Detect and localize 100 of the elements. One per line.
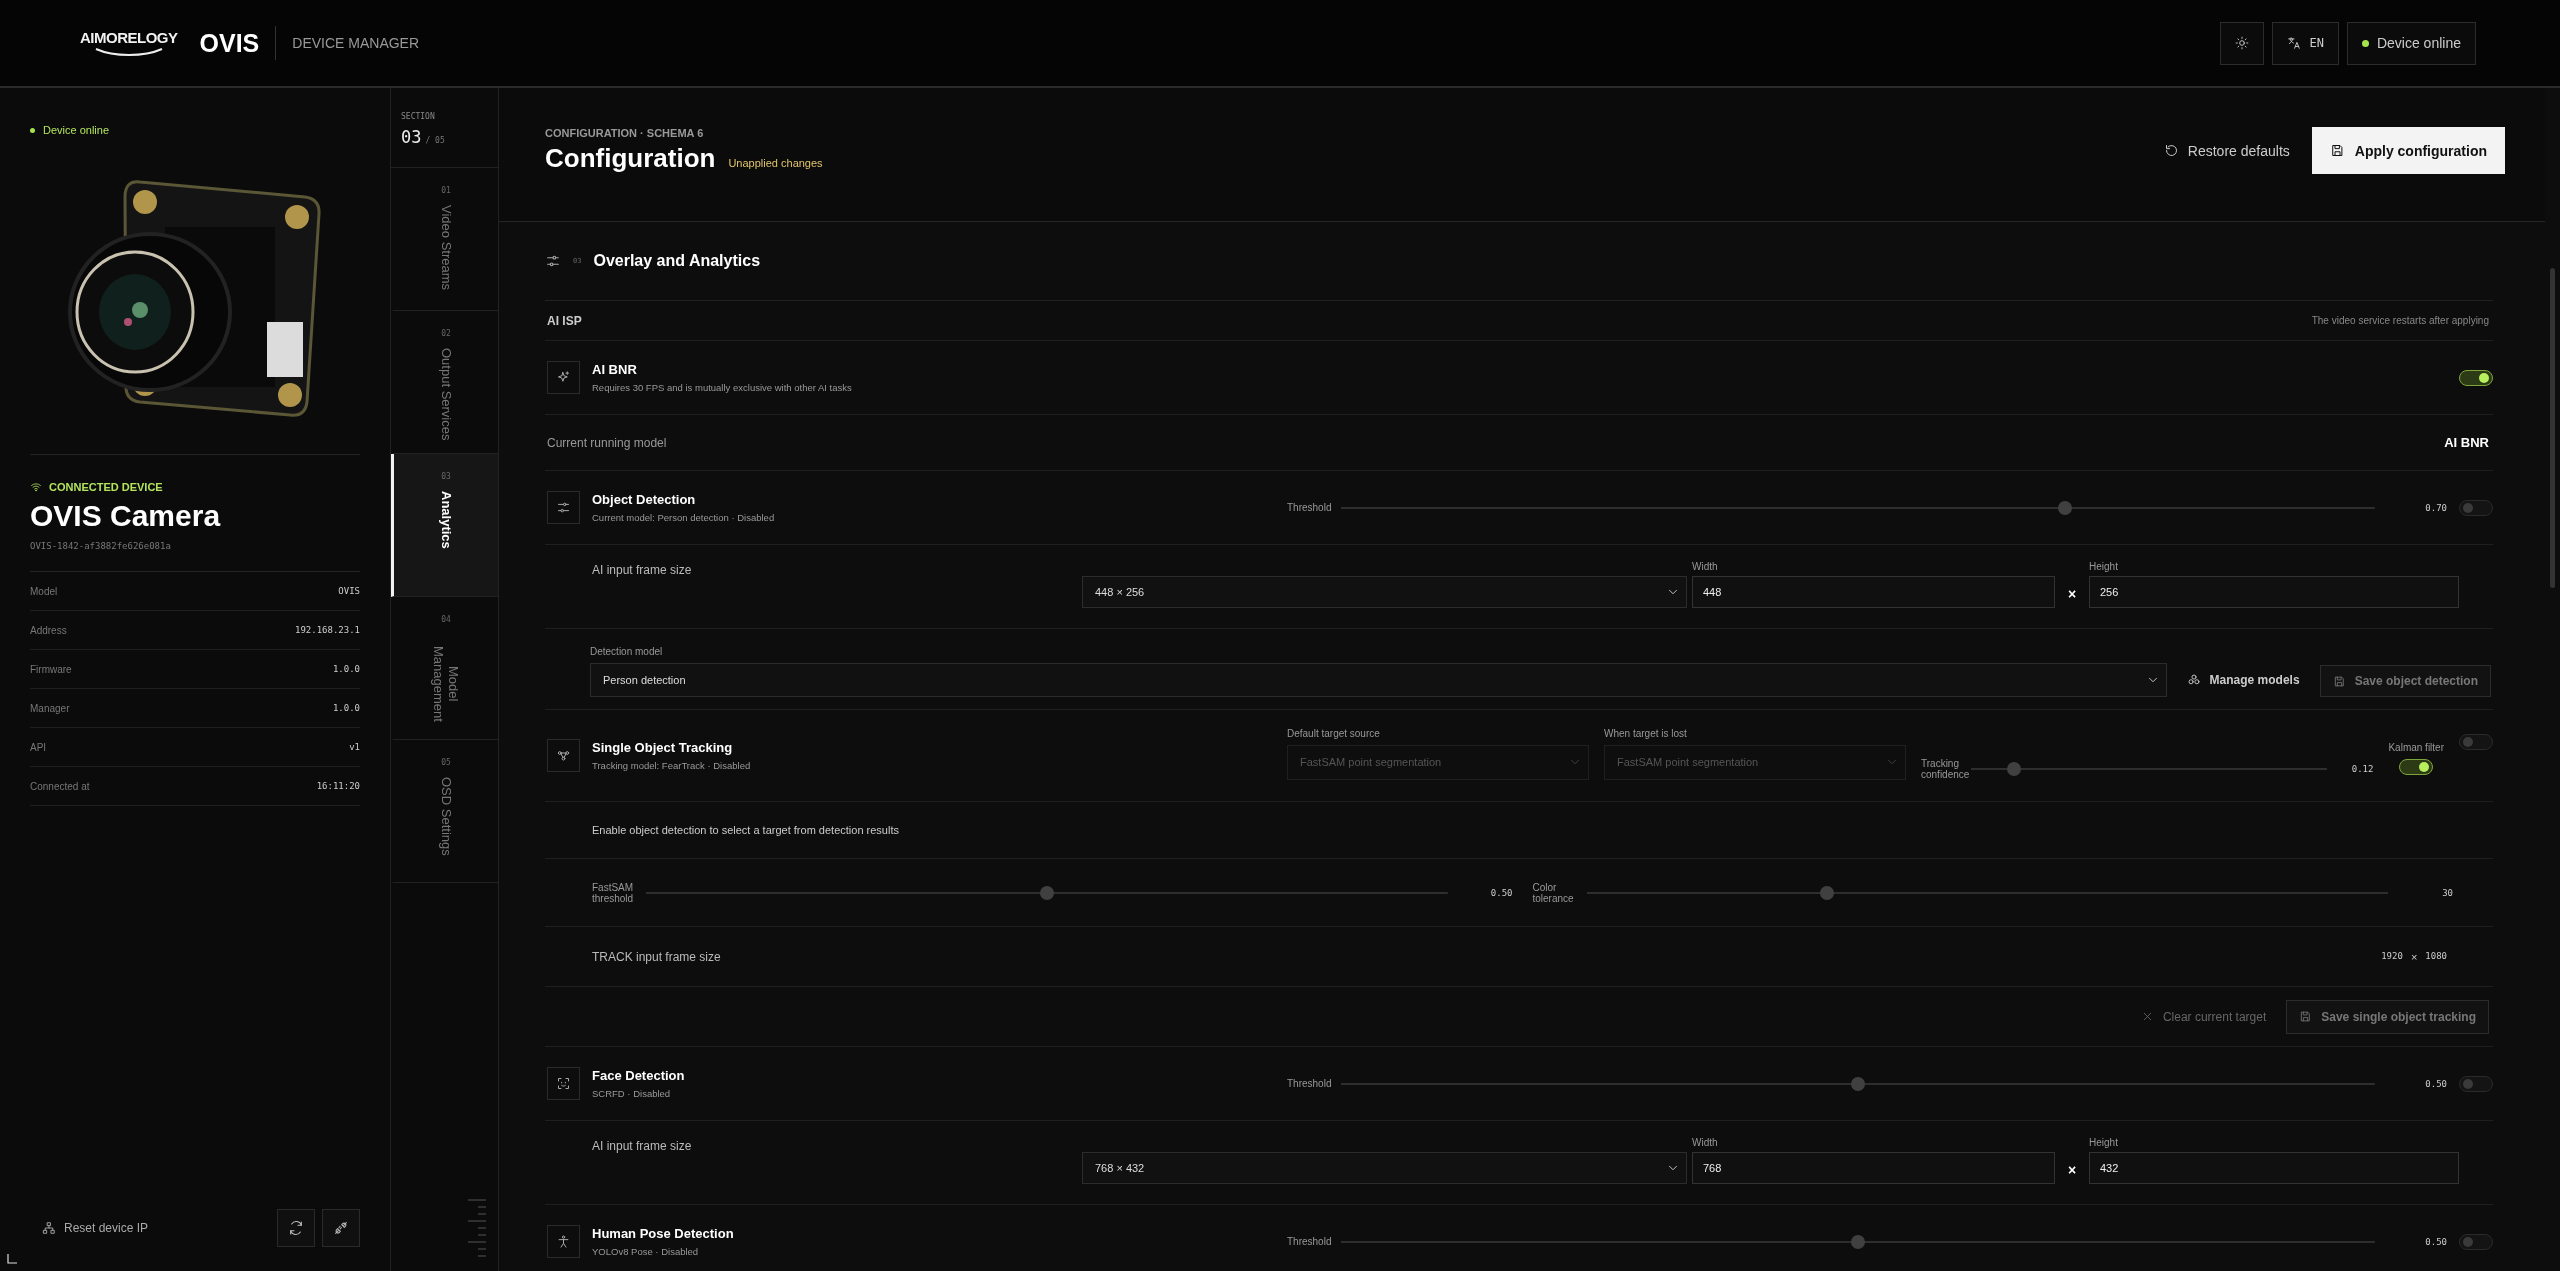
- wifi-icon: [30, 481, 42, 493]
- save-icon: [2329, 143, 2345, 158]
- toggle-switch[interactable]: [2459, 369, 2493, 386]
- field-label: Height: [2089, 561, 2119, 572]
- status-dot-icon: [2361, 39, 2369, 47]
- times-sign: ×: [2066, 586, 2078, 604]
- width-field[interactable]: 768: [1692, 1152, 2055, 1184]
- property-label: Manager: [30, 702, 70, 714]
- slider-label: FastSAM threshold: [592, 881, 635, 904]
- restore-icon: [2163, 143, 2179, 158]
- field-label: Width: [1692, 1137, 1719, 1148]
- ruler-icon: [468, 1199, 486, 1257]
- times-sign: ×: [2410, 950, 2418, 963]
- kalman-toggle[interactable]: [2399, 759, 2434, 775]
- feature-title: Single Object Tracking: [592, 740, 734, 755]
- slider-thumb[interactable]: [1851, 1234, 1866, 1249]
- scrollbar-thumb[interactable]: [2550, 268, 2555, 588]
- property-label: Connected at: [30, 780, 90, 792]
- times-sign: ×: [2066, 1162, 2078, 1180]
- section-tab[interactable]: 04 Model Management: [391, 597, 498, 740]
- brand-logo: AIMORELOGY: [80, 29, 178, 46]
- slider-value: 0.12: [2350, 763, 2374, 774]
- property-value: v1: [349, 742, 360, 752]
- field-label: AI input frame size: [592, 562, 693, 577]
- section-tab[interactable]: 03 Analytics: [391, 454, 498, 597]
- circles-icon: [2186, 673, 2201, 687]
- status-button[interactable]: Device online: [2346, 21, 2476, 65]
- height-field[interactable]: 256: [2089, 576, 2459, 608]
- corner-mark-icon: [7, 1254, 17, 1264]
- page-title: Configuration: [545, 143, 716, 174]
- slider-thumb[interactable]: [1819, 885, 1834, 900]
- feature-subtitle: YOLOv8 Pose · Disabled: [592, 1246, 700, 1257]
- field-label: AI input frame size: [592, 1138, 693, 1153]
- slider-thumb[interactable]: [1851, 1076, 1866, 1091]
- section-tab[interactable]: 01 Video Streams: [391, 168, 498, 311]
- toggle-switch[interactable]: [2459, 1233, 2493, 1250]
- save-icon: [2299, 1010, 2313, 1023]
- disconnect-button[interactable]: [322, 1209, 360, 1247]
- hint-text: Enable object detection to select a target from detection results: [592, 824, 899, 836]
- refresh-button[interactable]: [277, 1209, 315, 1247]
- language-button[interactable]: EN: [2272, 21, 2339, 65]
- property-value: 192.168.23.1: [294, 625, 360, 635]
- model-select[interactable]: Person detection: [590, 663, 2167, 697]
- person-icon: [547, 1225, 580, 1258]
- height-value: 1080: [2425, 950, 2447, 963]
- slider-value: 0.50: [2424, 1236, 2447, 1247]
- device-name: OVIS Camera: [30, 499, 222, 533]
- network-icon: [42, 1221, 56, 1235]
- frame-size-select[interactable]: 448 × 256: [1082, 576, 1687, 608]
- sliders-icon: [547, 491, 580, 524]
- slider-thumb[interactable]: [1039, 885, 1054, 900]
- toggle-switch[interactable]: [2459, 499, 2493, 516]
- slider-label: Threshold: [1287, 1078, 1332, 1089]
- toggle-switch[interactable]: [2459, 1075, 2493, 1092]
- sun-icon: [2235, 36, 2250, 50]
- app-subtitle: DEVICE MANAGER: [292, 35, 420, 51]
- group-note: The video service restarts after applying: [2311, 315, 2489, 326]
- info-value: AI BNR: [2444, 435, 2489, 450]
- slider-value: 0.50: [1489, 887, 1513, 898]
- status-dot-icon: [30, 127, 35, 133]
- section-total: / 05: [425, 136, 445, 145]
- sparkle-icon: [547, 361, 580, 394]
- breadcrumb: CONFIGURATION · SCHEMA 6: [545, 127, 705, 139]
- swoosh-icon: [93, 47, 164, 57]
- section-title: Overlay and Analytics: [593, 252, 761, 270]
- field-label: Width: [1692, 561, 1719, 572]
- sliders-icon: [545, 253, 561, 269]
- property-value: 16:11:20: [316, 781, 360, 791]
- slider-value: 0.70: [2424, 502, 2447, 513]
- frame-size-select[interactable]: 768 × 432: [1082, 1152, 1687, 1184]
- toggle-switch[interactable]: [2459, 733, 2493, 750]
- slider-thumb[interactable]: [2006, 761, 2021, 776]
- section-tab[interactable]: 05 OSD Settings: [391, 740, 498, 883]
- slider-value: 0.50: [2424, 1078, 2447, 1089]
- manage-models-button[interactable]: Manage models: [2186, 663, 2300, 697]
- feature-subtitle: Tracking model: FearTrack · Disabled: [592, 760, 751, 771]
- feature-title: Object Detection: [592, 492, 697, 507]
- nodes-icon: [547, 739, 580, 772]
- theme-button[interactable]: [2220, 21, 2265, 65]
- restore-defaults-button[interactable]: Restore defaults: [2163, 142, 2290, 159]
- width-value: 1920: [2381, 950, 2403, 963]
- face-scan-icon: [547, 1067, 580, 1100]
- unsaved-changes-label: Unapplied changes: [728, 157, 823, 169]
- plug-icon: [333, 1220, 349, 1236]
- width-field[interactable]: 448: [1692, 576, 2055, 608]
- refresh-icon: [288, 1220, 304, 1236]
- reset-ip-link[interactable]: Reset device IP: [42, 1221, 149, 1235]
- field-label: TRACK input frame size: [592, 949, 721, 964]
- product-name: OVIS: [199, 26, 277, 60]
- property-value: 1.0.0: [332, 703, 360, 713]
- slider-value: 30: [2441, 887, 2453, 898]
- height-field[interactable]: 432: [2089, 1152, 2459, 1184]
- language-icon: [2287, 36, 2302, 50]
- feature-title: Face Detection: [592, 1068, 685, 1083]
- property-label: Firmware: [30, 663, 72, 675]
- property-label: Model: [30, 585, 58, 597]
- slider-thumb[interactable]: [2057, 500, 2072, 515]
- apply-button[interactable]: Apply configuration: [2311, 127, 2505, 174]
- slider-label: Color tolerance: [1532, 881, 1575, 904]
- device-id: OVIS-1842-af3882fe626e081a: [30, 541, 360, 572]
